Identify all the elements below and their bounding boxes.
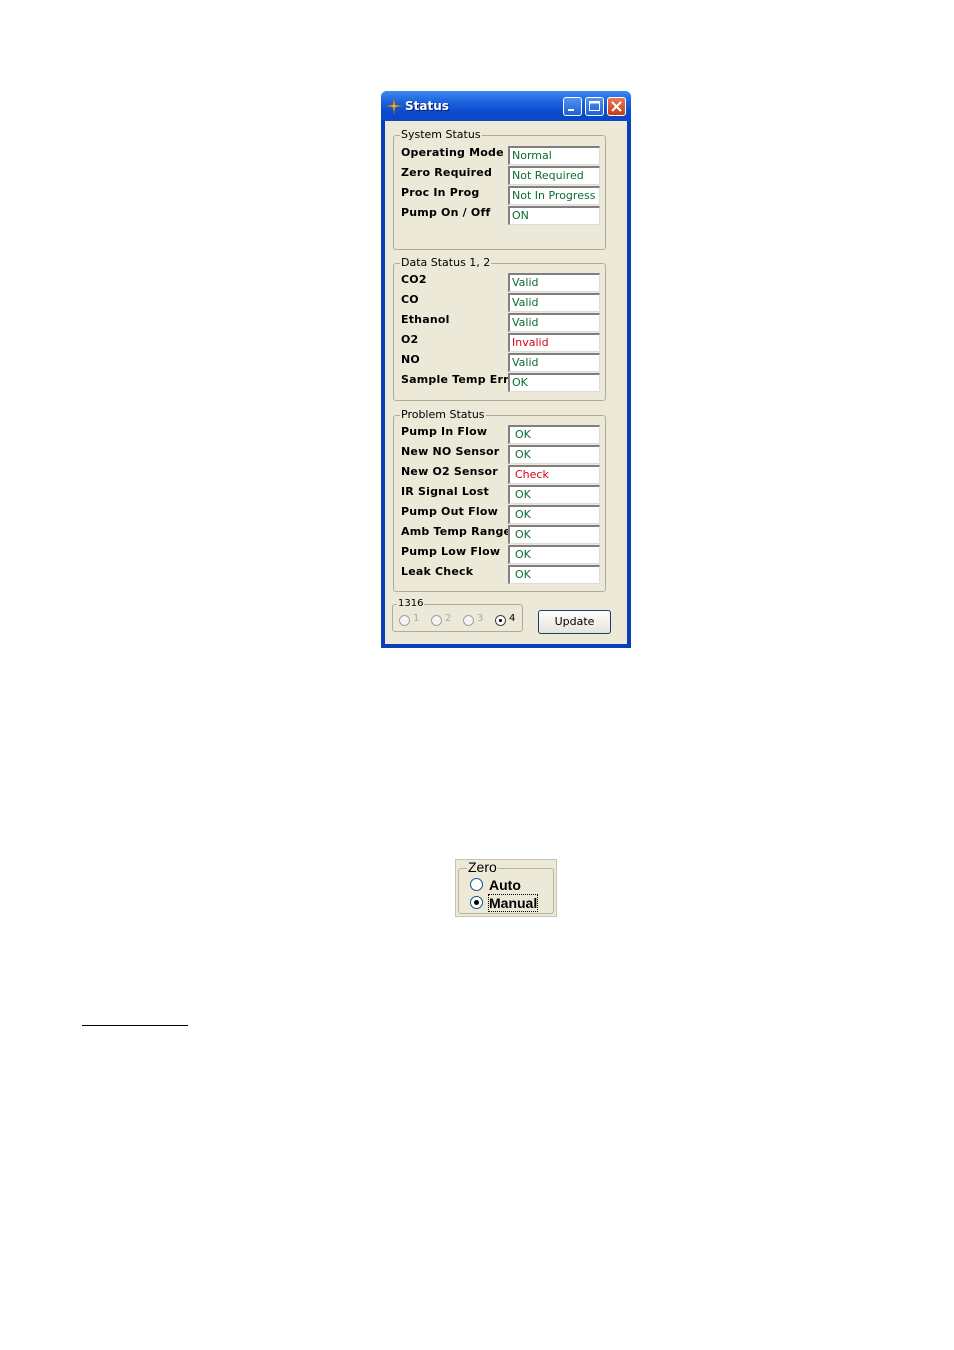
new-o2-sensor-value: Check — [508, 465, 600, 484]
o2-label: O2 — [401, 333, 419, 346]
minimize-icon — [568, 109, 574, 111]
title-bar[interactable]: Status — [381, 91, 631, 121]
pump-out-flow-value: OK — [508, 505, 600, 524]
maximize-icon — [589, 101, 600, 111]
zero-auto-radio[interactable] — [470, 878, 483, 891]
leak-check-value: OK — [508, 565, 600, 584]
co2-value: Valid — [508, 273, 600, 292]
status-window: Status System Status Operating Mode Norm… — [381, 91, 631, 648]
window-title: Status — [405, 99, 449, 113]
pump-in-flow-value: OK — [508, 425, 600, 444]
zero-group: Zero Auto Manual — [455, 859, 557, 917]
ethanol-value: Valid — [508, 313, 600, 332]
device-selector-group: 1316 1 2 3 4 — [392, 597, 523, 632]
ethanol-label: Ethanol — [401, 313, 450, 326]
ir-signal-lost-label: IR Signal Lost — [401, 485, 489, 498]
proc-in-prog-label: Proc In Prog — [401, 186, 480, 199]
device-radio-4[interactable] — [495, 615, 506, 626]
zero-manual-radio[interactable] — [470, 896, 483, 909]
pump-low-flow-label: Pump Low Flow — [401, 545, 501, 558]
footnote-divider — [82, 1025, 188, 1026]
system-status-group: System Status Operating Mode Normal Zero… — [393, 128, 606, 250]
no-value: Valid — [508, 353, 600, 372]
problem-status-group: Problem Status Pump In Flow OK New NO Se… — [393, 408, 606, 592]
pump-out-flow-label: Pump Out Flow — [401, 505, 498, 518]
device-radio-1[interactable] — [399, 615, 410, 626]
pump-on-off-label: Pump On / Off — [401, 206, 491, 219]
pump-on-off-value: ON — [508, 206, 600, 225]
device-selector-title: 1316 — [397, 597, 425, 611]
data-status-group: Data Status 1, 2 CO2 Valid CO Valid Etha… — [393, 256, 606, 401]
co-label: CO — [401, 293, 419, 306]
zero-group-title: Zero — [467, 859, 498, 875]
co-value: Valid — [508, 293, 600, 312]
proc-in-prog-value: Not In Progress — [508, 186, 600, 205]
amb-temp-range-label: Amb Temp Range — [401, 525, 512, 538]
zero-group-frame: Zero Auto Manual — [458, 860, 554, 914]
device-radio-3[interactable] — [463, 615, 474, 626]
close-button[interactable] — [607, 97, 626, 116]
amb-temp-range-value: OK — [508, 525, 600, 544]
sample-temp-err-label: Sample Temp Err — [401, 373, 509, 386]
device-radio-4-label: 4 — [509, 613, 516, 624]
sample-temp-err-value: OK — [508, 373, 600, 392]
zero-manual-label[interactable]: Manual — [487, 894, 539, 912]
pump-low-flow-value: OK — [508, 545, 600, 564]
window-client-area: System Status Operating Mode Normal Zero… — [385, 121, 627, 644]
zero-auto-label[interactable]: Auto — [489, 877, 521, 893]
system-status-title: System Status — [400, 128, 482, 142]
device-radio-2[interactable] — [431, 615, 442, 626]
data-status-title: Data Status 1, 2 — [400, 256, 492, 270]
update-button[interactable]: Update — [538, 610, 611, 634]
no-label: NO — [401, 353, 420, 366]
new-no-sensor-label: New NO Sensor — [401, 445, 500, 458]
o2-value: Invalid — [508, 333, 600, 352]
new-no-sensor-value: OK — [508, 445, 600, 464]
minimize-button[interactable] — [563, 97, 582, 116]
device-radio-2-label: 2 — [445, 613, 452, 624]
maximize-button[interactable] — [585, 97, 604, 116]
co2-label: CO2 — [401, 273, 427, 286]
close-icon — [611, 101, 622, 112]
status-icon — [386, 98, 402, 114]
operating-mode-value: Normal — [508, 146, 600, 165]
device-radio-1-label: 1 — [413, 613, 420, 624]
leak-check-label: Leak Check — [401, 565, 474, 578]
zero-required-value: Not Required — [508, 166, 600, 185]
problem-status-title: Problem Status — [400, 408, 486, 422]
operating-mode-label: Operating Mode — [401, 146, 504, 159]
device-radio-3-label: 3 — [477, 613, 484, 624]
ir-signal-lost-value: OK — [508, 485, 600, 504]
new-o2-sensor-label: New O2 Sensor — [401, 465, 498, 478]
zero-required-label: Zero Required — [401, 166, 493, 179]
pump-in-flow-label: Pump In Flow — [401, 425, 488, 438]
